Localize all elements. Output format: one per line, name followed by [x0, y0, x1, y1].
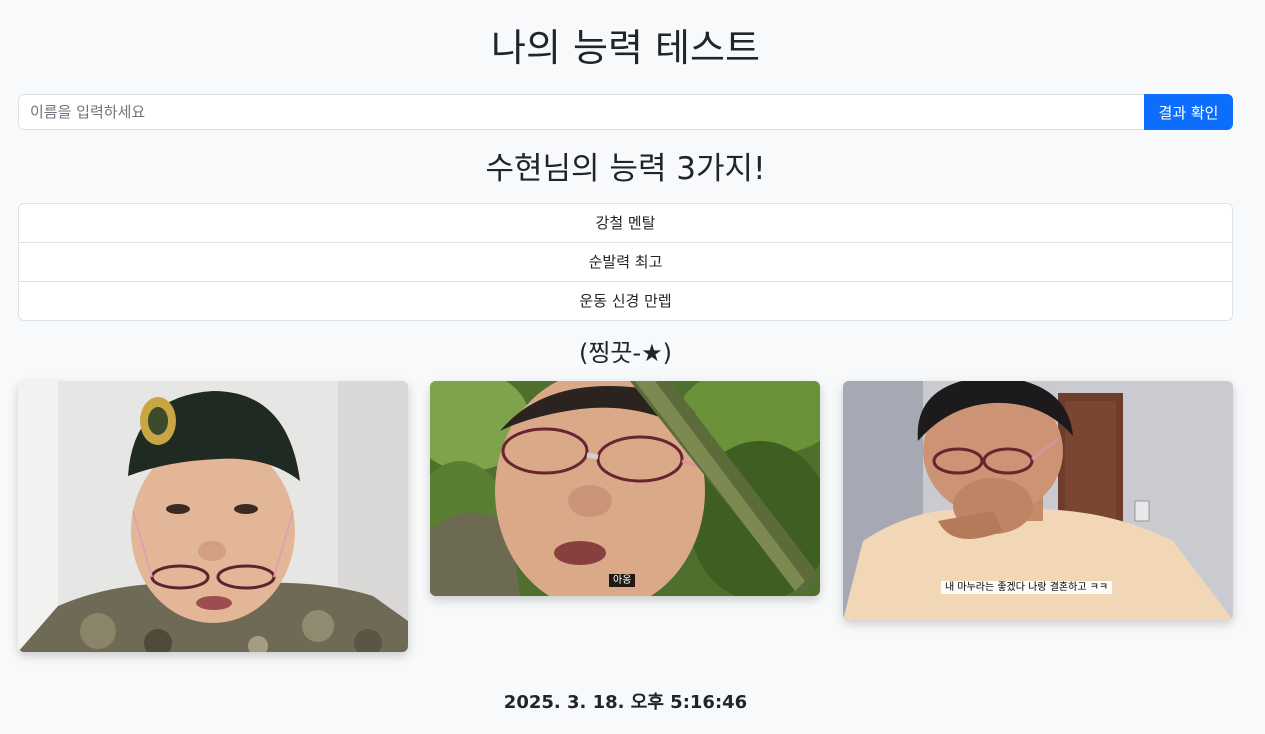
ability-item-1: 강철 멘탈 [595, 214, 656, 232]
photo-card-1 [18, 381, 408, 652]
result-heading: 수현님의 능력 3가지! [485, 151, 766, 187]
photo-caption-3: 내 마누라는 좋겠다 나랑 결혼하고 ㅋㅋ [941, 581, 1113, 594]
name-input[interactable] [18, 94, 1144, 130]
photo-card-2: 아옹 [430, 381, 820, 596]
name-input-group: 결과 확인 [18, 94, 1233, 130]
ability-list: 강철 멘탈 순발력 최고 운동 신경 만렙 [18, 203, 1233, 321]
page-title: 나의 능력 테스트 [491, 26, 760, 70]
main-container: 나의 능력 테스트 결과 확인 수현님의 능력 3가지! 강철 멘탈 순발력 최… [18, 0, 1233, 734]
ability-item-2: 순발력 최고 [19, 242, 1232, 281]
photo-card-3: 내 마누라는 좋겠다 나랑 결혼하고 ㅋㅋ [843, 381, 1233, 620]
wink-subheading: (찡끗-★) [578, 339, 673, 367]
ability-item-3: 운동 신경 만렙 [19, 281, 1232, 320]
photo-jungle-selfie [430, 381, 820, 596]
photo-caption-2: 아옹 [609, 574, 636, 587]
check-result-button[interactable]: 결과 확인 [1144, 94, 1233, 130]
timestamp: 2025. 3. 18. 오후 5:16:46 [503, 692, 748, 713]
photo-soldier-beret [18, 381, 408, 652]
